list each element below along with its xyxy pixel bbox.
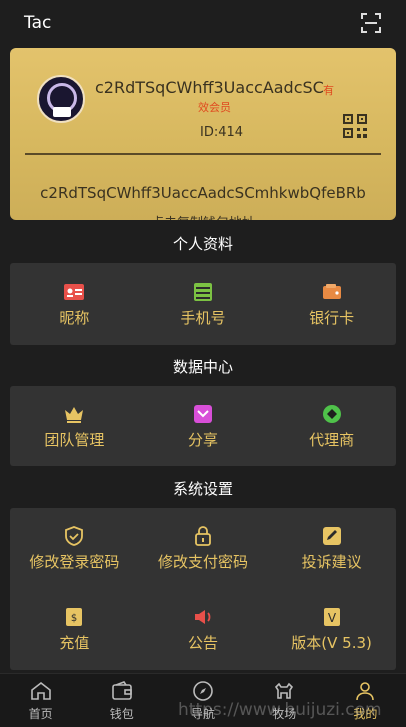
qr-code-icon[interactable] (342, 113, 368, 139)
settings-item-label: 修改支付密码 (157, 553, 248, 571)
settings-item-label: 修改登录密码 (29, 553, 120, 571)
data-item-label: 代理商 (309, 430, 355, 449)
avatar[interactable] (37, 75, 85, 123)
member-card: c2RdTSqCWhff3UaccAadcSC 有 效会员 ID:414 c2R… (10, 48, 396, 220)
edit-icon (321, 525, 343, 547)
wallet-tab-icon (111, 681, 132, 700)
profile-item-bank-card[interactable]: 银行卡 (267, 263, 396, 345)
profile-item-nickname[interactable]: 昵称 (10, 263, 139, 345)
settings-item-feedback[interactable]: 投诉建议 (267, 508, 396, 589)
tab-label: 钱包 (109, 707, 134, 721)
profile-item-label: 银行卡 (309, 308, 355, 327)
wallet-icon (321, 281, 343, 303)
tab-wallet[interactable]: 钱包 (81, 674, 162, 727)
settings-item-recharge[interactable]: $ 充值 (10, 589, 139, 670)
phone-icon (192, 281, 214, 303)
wallet-address-full[interactable]: c2RdTSqCWhff3UaccAadcSCmhkwbQfeBRb (10, 184, 396, 202)
settings-item-label: 公告 (187, 634, 218, 652)
member-badge-part2: 效会员 (198, 101, 231, 114)
section-title-profile: 个人资料 (172, 235, 233, 253)
data-item-share[interactable]: 分享 (139, 386, 268, 466)
app-title: Tac (24, 13, 52, 33)
svg-text:$: $ (71, 613, 77, 624)
watermark: https://www.huijuzi.com (178, 700, 382, 720)
scan-icon[interactable] (360, 12, 382, 34)
copy-address-hint[interactable]: 点击复制钱包地址 (10, 212, 396, 220)
settings-item-version[interactable]: V 版本(V 5.3) (267, 589, 396, 670)
settings-item-pay-password[interactable]: 修改支付密码 (139, 508, 268, 589)
crown-icon (63, 403, 85, 425)
svg-text:V: V (327, 611, 336, 625)
data-item-label: 分享 (187, 430, 218, 449)
data-item-agent[interactable]: 代理商 (267, 386, 396, 466)
diamond-icon (321, 403, 343, 425)
settings-item-label: 充值 (59, 634, 90, 652)
settings-item-label: 投诉建议 (301, 553, 362, 571)
recharge-icon: $ (63, 606, 85, 628)
section-title-data-center: 数据中心 (172, 358, 233, 376)
home-icon (30, 681, 51, 700)
member-badge-part1: 有 (323, 84, 334, 97)
settings-item-announcement[interactable]: 公告 (139, 589, 268, 670)
profile-panel: 昵称 手机号 银行卡 (10, 263, 396, 345)
settings-item-label: 版本(V 5.3) (291, 634, 372, 652)
tab-home[interactable]: 首页 (0, 674, 81, 727)
tab-label: 首页 (28, 707, 53, 721)
user-id: ID:414 (200, 125, 244, 140)
id-card-icon (63, 281, 85, 303)
settings-panel: 修改登录密码 修改支付密码 投诉建议 $ 充值 公告 V 版本(V 5.3) (10, 508, 396, 670)
section-title-settings: 系统设置 (172, 480, 233, 498)
wallet-address-short: c2RdTSqCWhff3UaccAadcSC (95, 78, 324, 97)
data-item-team[interactable]: 团队管理 (10, 386, 139, 466)
data-item-label: 团队管理 (44, 430, 105, 449)
profile-item-label: 手机号 (180, 308, 226, 327)
share-icon (192, 403, 214, 425)
version-icon: V (321, 606, 343, 628)
shield-icon (63, 525, 85, 547)
card-divider (25, 153, 381, 155)
profile-item-label: 昵称 (59, 308, 90, 327)
settings-item-login-password[interactable]: 修改登录密码 (10, 508, 139, 589)
lock-icon (192, 525, 214, 547)
data-center-panel: 团队管理 分享 代理商 (10, 386, 396, 466)
app-header: Tac (0, 0, 406, 46)
speaker-icon (192, 606, 214, 628)
profile-item-phone[interactable]: 手机号 (139, 263, 268, 345)
